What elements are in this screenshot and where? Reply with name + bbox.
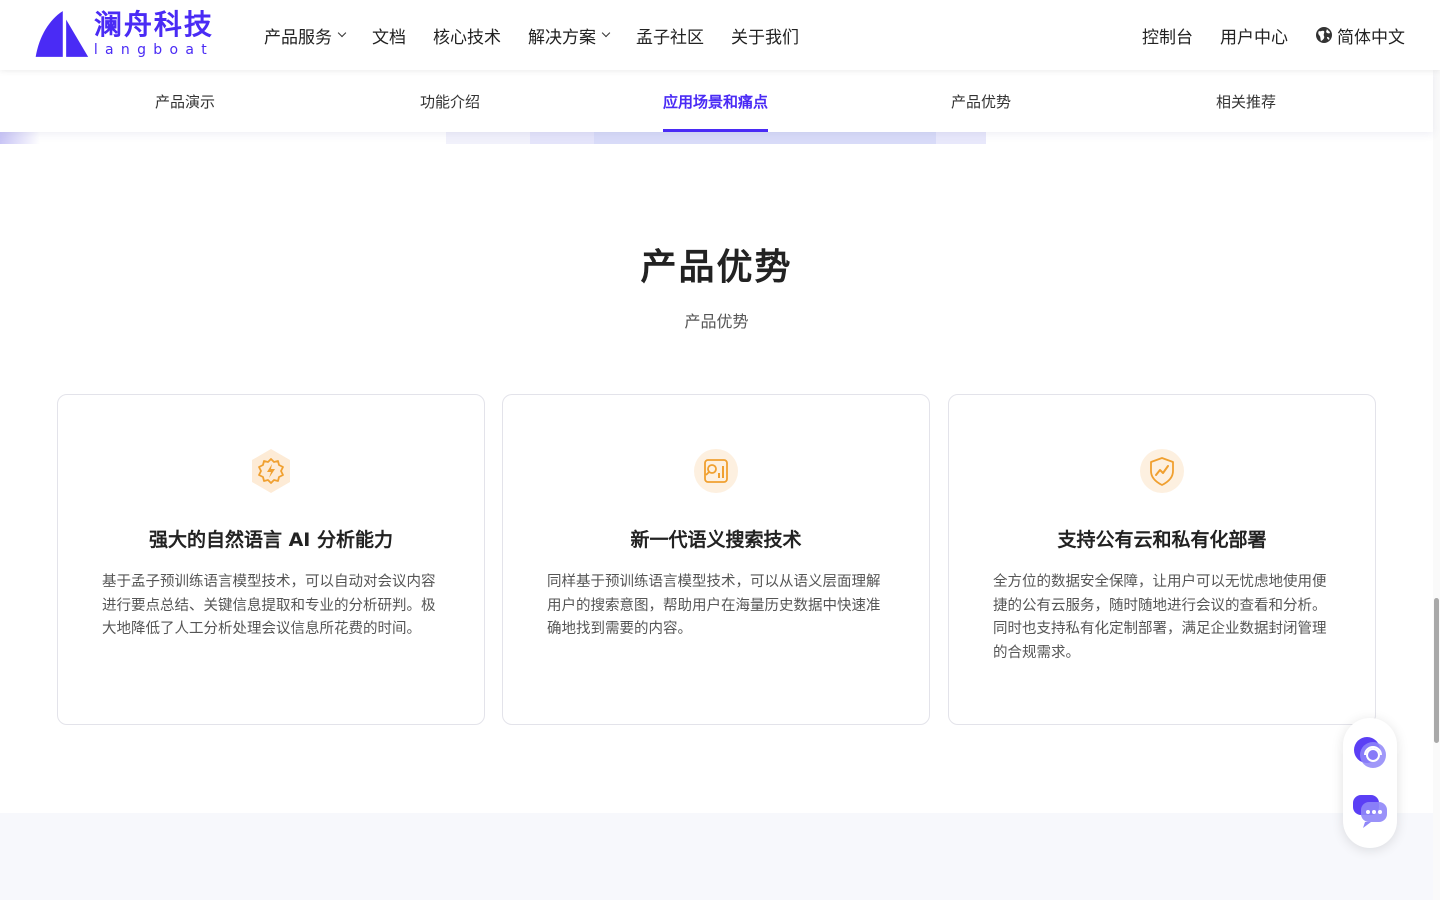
card-description: 基于孟子预训练语言模型技术，可以自动对会议内容进行要点总结、关键信息提取和专业的… (102, 574, 436, 637)
card-title: 强大的自然语言 AI 分析能力 (148, 529, 393, 551)
language-switcher[interactable]: 简体中文 (1315, 23, 1405, 48)
tab-advantages-label: 产品优势 (951, 92, 1012, 111)
brand-name-cn: 澜舟科技 (93, 8, 214, 41)
top-navbar: 澜舟科技 langboat 产品服务 文档 核心技术 解决方案 孟子社区 关于我… (0, 0, 1440, 70)
tab-features[interactable]: 功能介绍 (420, 70, 480, 132)
globe-icon (1316, 27, 1332, 43)
nav-solutions-label: 解决方案 (528, 27, 596, 48)
nav-solutions[interactable]: 解决方案 (528, 23, 611, 48)
main-nav: 产品服务 文档 核心技术 解决方案 孟子社区 关于我们 (264, 22, 826, 48)
tab-use-cases-label: 应用场景和痛点 (663, 92, 769, 111)
advantage-card: 支持公有云和私有化部署 全方位的数据安全保障，让用户可以无忧虑地使用便捷的公有云… (948, 394, 1376, 725)
nav-about-us-label: 关于我们 (731, 27, 799, 48)
nav-right: 控制台 用户中心 简体中文 (1115, 22, 1405, 48)
nav-mengzi-community-label: 孟子社区 (636, 27, 704, 48)
scrollbar-thumb[interactable] (1434, 598, 1439, 743)
nav-user-center[interactable]: 用户中心 (1220, 23, 1288, 48)
tab-related[interactable]: 相关推荐 (1216, 70, 1276, 132)
nav-products-label: 产品服务 (264, 27, 332, 48)
chat-icon[interactable] (1351, 792, 1389, 830)
nav-about-us[interactable]: 关于我们 (731, 23, 799, 48)
nav-docs-label: 文档 (372, 27, 406, 48)
brand-name-en: langboat (93, 42, 214, 58)
section-subtitle: 产品优势 (684, 312, 749, 331)
nav-console[interactable]: 控制台 (1142, 23, 1193, 48)
tab-product-demo-label: 产品演示 (155, 92, 216, 111)
search-chart-icon (694, 449, 738, 493)
prev-section-illustration-edge (0, 132, 1433, 146)
sail-logo-icon (35, 11, 89, 57)
nav-core-tech[interactable]: 核心技术 (433, 23, 501, 48)
chevron-down-icon (601, 28, 611, 38)
nav-docs[interactable]: 文档 (372, 23, 406, 48)
tab-advantages[interactable]: 产品优势 (951, 70, 1011, 132)
nav-user-center-label: 用户中心 (1220, 27, 1288, 48)
advantage-card: 强大的自然语言 AI 分析能力 基于孟子预训练语言模型技术，可以自动对会议内容进… (57, 394, 485, 725)
section-tabs: 产品演示 功能介绍 应用场景和痛点 产品优势 相关推荐 (0, 70, 1433, 132)
brand-logo[interactable]: 澜舟科技 langboat (34, 6, 214, 62)
advantage-card: 新一代语义搜索技术 同样基于预训练语言模型技术，可以从语义层面理解用户的搜索意图… (502, 394, 930, 725)
tab-related-label: 相关推荐 (1216, 92, 1277, 111)
page-scrollbar[interactable] (1433, 0, 1440, 900)
floating-contact-widget (1343, 718, 1397, 848)
tab-product-demo[interactable]: 产品演示 (155, 70, 215, 132)
language-label: 简体中文 (1337, 27, 1405, 48)
card-description: 全方位的数据安全保障，让用户可以无忧虑地使用便捷的公有云服务，随时随地进行会议的… (993, 574, 1327, 661)
tab-features-label: 功能介绍 (420, 92, 481, 111)
nav-core-tech-label: 核心技术 (433, 27, 501, 48)
shield-chart-icon (1140, 449, 1184, 493)
lightning-gear-icon (252, 449, 290, 493)
card-description: 同样基于预训练语言模型技术，可以从语义层面理解用户的搜索意图，帮助用户在海量历史… (547, 574, 881, 637)
section-title: 产品优势 (640, 247, 793, 288)
nav-products[interactable]: 产品服务 (264, 23, 347, 48)
card-title: 支持公有云和私有化部署 (1057, 529, 1267, 551)
nav-console-label: 控制台 (1142, 27, 1193, 48)
tab-use-cases[interactable]: 应用场景和痛点 (663, 70, 769, 132)
card-title: 新一代语义搜索技术 (630, 529, 802, 551)
next-section-background (0, 813, 1433, 900)
chevron-down-icon (337, 28, 347, 38)
nav-mengzi-community[interactable]: 孟子社区 (636, 23, 704, 48)
customer-service-icon[interactable] (1351, 734, 1389, 772)
